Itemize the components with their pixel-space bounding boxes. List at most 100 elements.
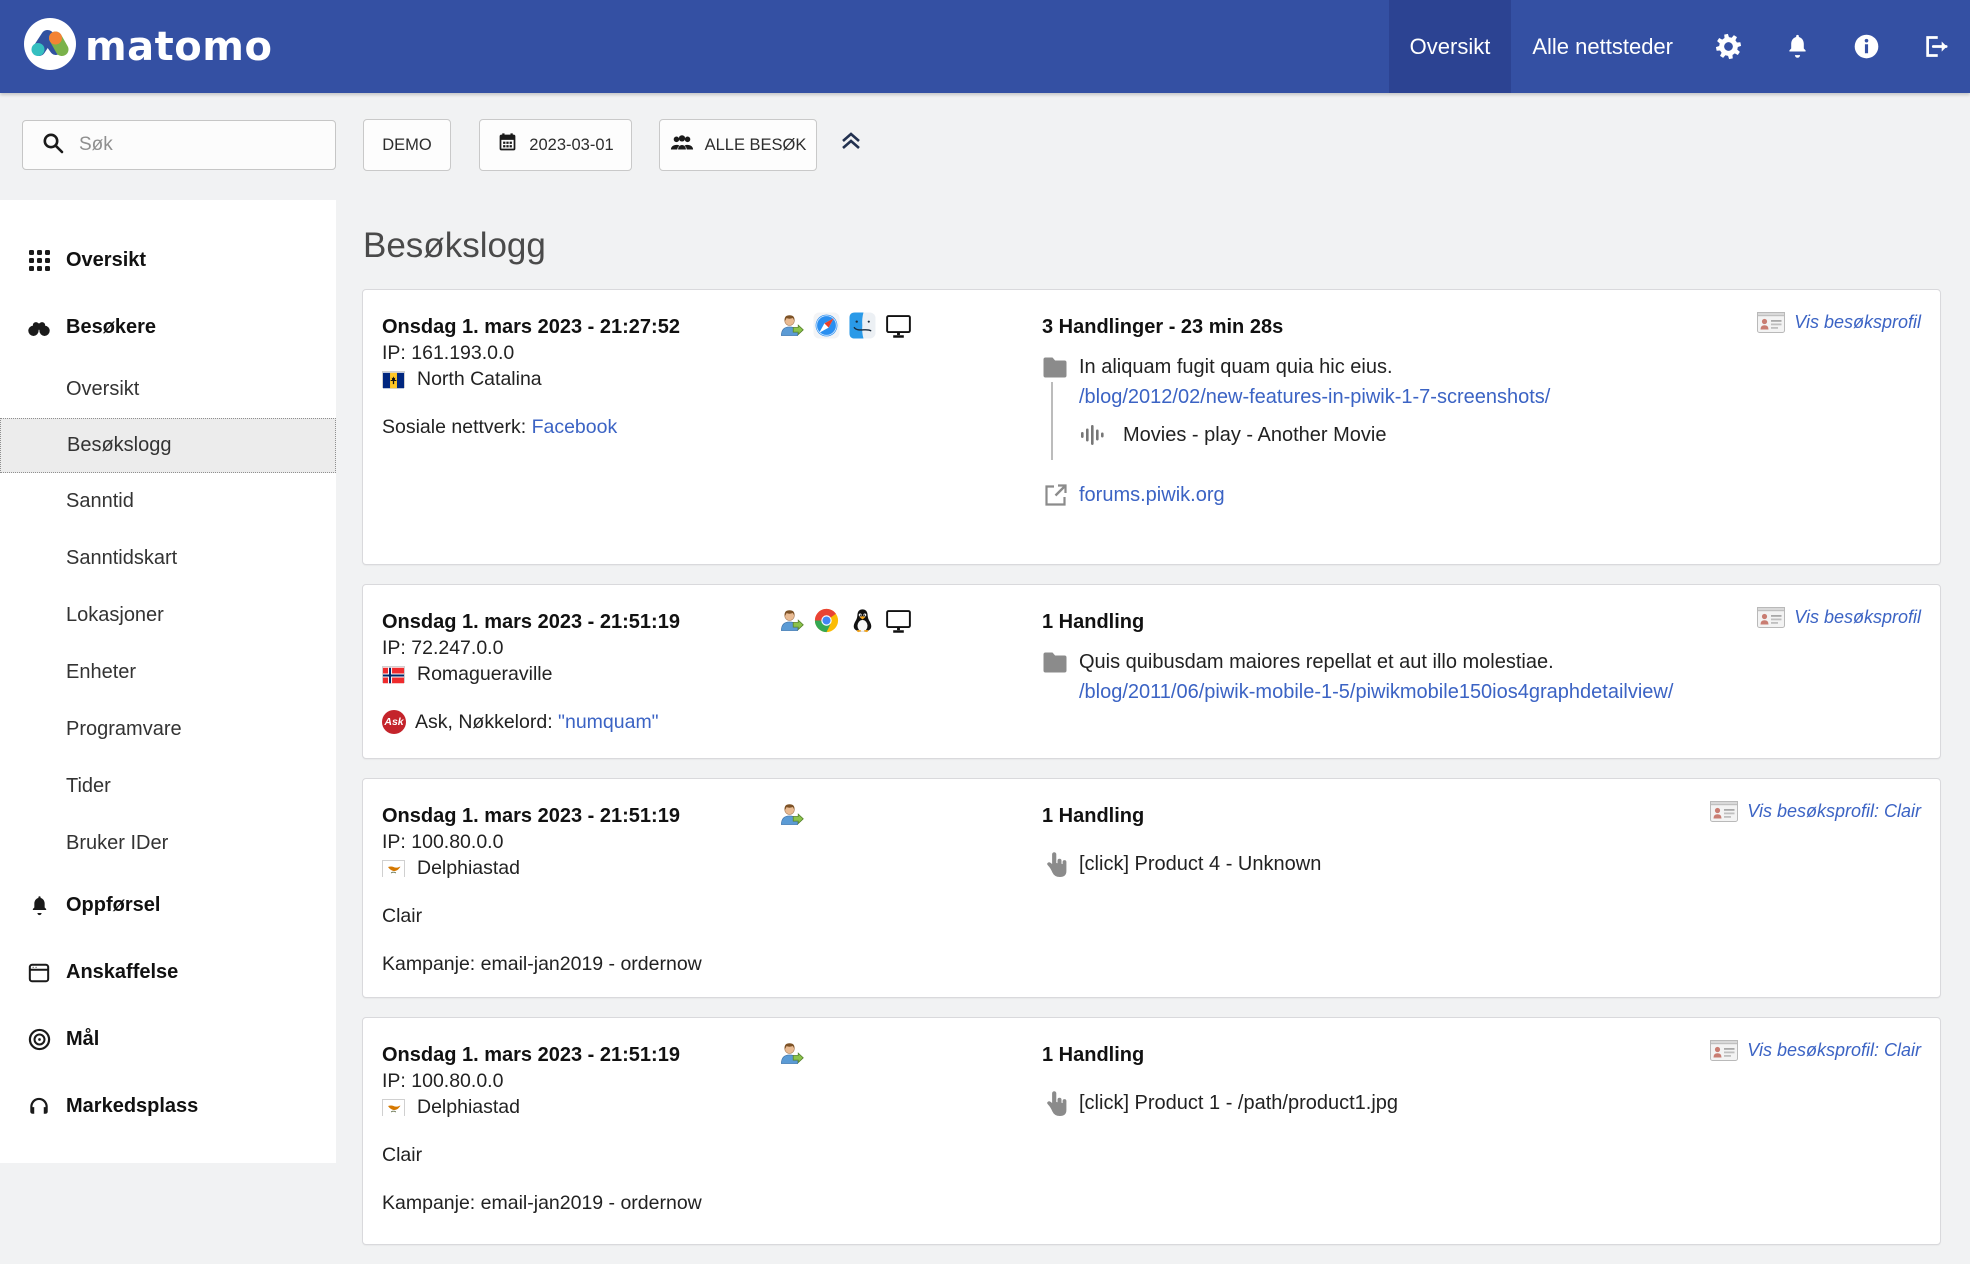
search-box[interactable] [22, 120, 336, 170]
visit-location: Delphiastad [382, 855, 777, 881]
sidebar-item-oppf-rsel[interactable]: Oppførsel [0, 872, 336, 939]
visit-info: Onsdag 1. mars 2023 - 21:51:19IP: 72.247… [382, 609, 777, 735]
sidebar-item-label: Mål [66, 1028, 99, 1051]
sidebar-item-m-l[interactable]: Mål [0, 1006, 336, 1073]
nav-button-signout-icon[interactable] [1901, 0, 1970, 93]
action-outlink-url[interactable]: forums.piwik.org [1079, 480, 1225, 510]
sidebar-item-label: Besøkere [66, 316, 156, 339]
sidebar: Oversikt Besøkere Oversikt Besøkslogg Sannti… [0, 200, 336, 1163]
site-selector-button[interactable]: DEMO [363, 119, 451, 171]
nav-button-info-icon[interactable] [1832, 0, 1901, 93]
sidebar-item-tider[interactable]: Tider [0, 758, 336, 815]
barbados-flag-icon [382, 371, 405, 388]
sidebar-item-lokasjoner[interactable]: Lokasjoner [0, 587, 336, 644]
visit-actions: 1 Handling[click] Product 4 - Unknown [1042, 803, 1921, 977]
visit-info: Onsdag 1. mars 2023 - 21:51:19IP: 100.80… [382, 803, 777, 977]
external-link-icon [1042, 480, 1070, 510]
sidebar-item-sanntidskart[interactable]: Sanntidskart [0, 530, 336, 587]
brand-name: matomo [85, 24, 272, 70]
sidebar-item-bes-kere[interactable]: Besøkere [0, 294, 336, 361]
click-icon [1042, 1088, 1070, 1118]
page-title: Besøkslogg [363, 226, 1970, 266]
chrome-icon [813, 607, 840, 634]
nav-tab-oversikt[interactable]: Oversikt [1389, 0, 1512, 93]
visit-datetime: Onsdag 1. mars 2023 - 21:51:19 [382, 803, 777, 829]
vcard-icon [1757, 312, 1785, 333]
top-navbar: matomo OversiktAlle nettsteder [0, 0, 1970, 93]
matomo-brand[interactable]: matomo [24, 18, 272, 75]
visit-referrer-link[interactable]: Facebook [532, 414, 618, 440]
action-pageview-url[interactable]: /blog/2011/06/piwik-mobile-1-5/piwikmobi… [1079, 677, 1673, 707]
action-group-connector [1051, 382, 1053, 460]
sidebar-item-label: Sanntid [66, 490, 134, 513]
action-event-label: [click] Product 1 - /path/product1.jpg [1079, 1088, 1398, 1118]
desktop-icon [885, 607, 912, 634]
nav-button-gear-icon[interactable] [1694, 0, 1763, 93]
visit-ip: IP: 72.247.0.0 [382, 635, 777, 661]
gear-icon [1715, 33, 1742, 60]
visit-location-label: Romagueraville [417, 661, 552, 687]
visitor-profile-link[interactable]: Vis besøksprofil [1757, 607, 1921, 628]
visitor-profile-link[interactable]: Vis besøksprofil: Clair [1710, 801, 1921, 822]
sidebar-item-label: Oversikt [66, 378, 139, 401]
people-icon [670, 133, 694, 158]
grid-icon [27, 249, 51, 273]
visit-location: Delphiastad [382, 1094, 777, 1120]
segment-selector-button[interactable]: ALLE BESØK [659, 119, 817, 171]
visit-card: Onsdag 1. mars 2023 - 21:27:52IP: 161.19… [362, 289, 1941, 565]
search-icon [23, 131, 65, 160]
visit-info: Onsdag 1. mars 2023 - 21:27:52IP: 161.19… [382, 314, 777, 510]
site-selector-label: DEMO [382, 136, 432, 155]
visit-userid-label: Clair [382, 1142, 422, 1168]
action-event-row: [click] Product 1 - /path/product1.jpg [1042, 1088, 1921, 1118]
sidebar-item-label: Enheter [66, 661, 136, 684]
macos-icon [849, 312, 876, 339]
sidebar-item-oversikt[interactable]: Oversikt [0, 227, 336, 294]
toolbar: DEMO 2023-03-01 ALLE BESØK [0, 93, 1970, 200]
action-pageview-url[interactable]: /blog/2012/02/new-features-in-piwik-1-7-… [1079, 382, 1550, 412]
sidebar-item-bes-kslogg[interactable]: Besøkslogg [0, 418, 336, 473]
sidebar-item-sanntid[interactable]: Sanntid [0, 473, 336, 530]
sidebar-item-label: Sanntidskart [66, 547, 177, 570]
sidebar-item-enheter[interactable]: Enheter [0, 644, 336, 701]
visitor-profile-label: Vis besøksprofil [1794, 312, 1921, 333]
collapse-toolbar-icon[interactable] [839, 130, 863, 157]
search-input[interactable] [77, 133, 317, 157]
safari-icon [813, 312, 840, 339]
action-pageview-row: Quis quibusdam maiores repellat et aut i… [1042, 647, 1921, 677]
sidebar-item-programvare[interactable]: Programvare [0, 701, 336, 758]
visit-keyword-link[interactable]: "numquam" [558, 709, 659, 735]
action-pageview-url-row: /blog/2011/06/piwik-mobile-1-5/piwikmobi… [1042, 677, 1921, 707]
visit-log-list: Onsdag 1. mars 2023 - 21:27:52IP: 161.19… [362, 289, 1941, 1245]
sidebar-item-label: Anskaffelse [66, 961, 178, 984]
linux-icon [849, 607, 876, 634]
matomo-logo-icon [24, 18, 76, 75]
click-icon [1042, 849, 1070, 879]
visitor-profile-link[interactable]: Vis besøksprofil [1757, 312, 1921, 333]
bell-icon [27, 894, 51, 918]
nav-button-bell-icon[interactable] [1763, 0, 1832, 93]
visit-keyword-label: Ask, Nøkkelord: [415, 709, 558, 735]
nav-tab-alle-nettsteder[interactable]: Alle nettsteder [1511, 0, 1694, 93]
sidebar-item-markedsplass[interactable]: Markedsplass [0, 1073, 336, 1140]
sidebar-item-oversikt[interactable]: Oversikt [0, 361, 336, 418]
visit-card: Onsdag 1. mars 2023 - 21:51:19IP: 100.80… [362, 778, 1941, 998]
sidebar-item-label: Oppførsel [66, 894, 160, 917]
action-outlink-row: forums.piwik.org [1042, 480, 1921, 510]
visitor-profile-link[interactable]: Vis besøksprofil: Clair [1710, 1040, 1921, 1061]
action-pageview-title: Quis quibusdam maiores repellat et aut i… [1079, 647, 1554, 677]
sidebar-item-bruker-ider[interactable]: Bruker IDer [0, 815, 336, 872]
visit-campaign-row: Kampanje: email-jan2019 - ordernow [382, 951, 777, 977]
sidebar-item-anskaffelse[interactable]: Anskaffelse [0, 939, 336, 1006]
visit-userid-row: Clair [382, 1142, 777, 1168]
bell-icon [1784, 33, 1811, 60]
action-event-label: [click] Product 4 - Unknown [1079, 849, 1321, 879]
visit-referrer-row: Sosiale nettverk: Facebook [382, 414, 777, 440]
date-selector-button[interactable]: 2023-03-01 [479, 119, 632, 171]
visit-actions: 1 Handling[click] Product 1 - /path/prod… [1042, 1042, 1921, 1216]
visit-userid-row: Clair [382, 903, 777, 929]
cyprus-flag-icon [382, 860, 405, 877]
sidebar-item-label: Programvare [66, 718, 182, 741]
visit-location: Romagueraville [382, 661, 777, 687]
visitor-profile-label: Vis besøksprofil [1794, 607, 1921, 628]
